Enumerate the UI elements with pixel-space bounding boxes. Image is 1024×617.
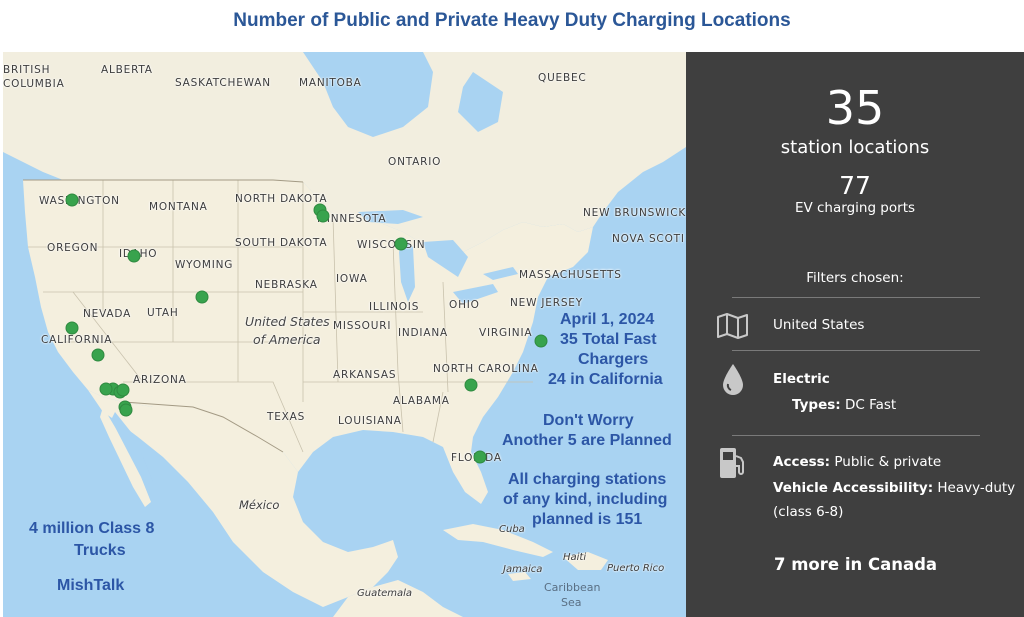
annotation-all-stations-1: All charging stations xyxy=(508,471,667,488)
label-quebec: QUEBEC xyxy=(538,72,587,84)
station-marker[interactable] xyxy=(534,334,548,348)
label-nebraska: NEBRASKA xyxy=(255,279,318,291)
station-marker[interactable] xyxy=(473,450,487,464)
divider xyxy=(732,350,980,351)
label-nevada: NEVADA xyxy=(83,308,132,320)
label-south-dakota: SOUTH DAKOTA xyxy=(235,237,328,249)
label-iowa: IOWA xyxy=(336,273,368,285)
port-label: EV charging ports xyxy=(794,200,916,216)
station-label: station locations xyxy=(780,137,930,158)
station-marker[interactable] xyxy=(91,348,104,362)
results-panel: 35 station locations 77 EV charging port… xyxy=(686,52,1024,617)
annotation-dont-worry: Don't Worry xyxy=(543,412,634,429)
label-saskatchewan: SASKATCHEWAN xyxy=(175,77,271,89)
fuel-pump-icon xyxy=(718,446,748,484)
label-british-columbia: BRITISH xyxy=(3,64,51,76)
label-mexico: México xyxy=(239,498,280,512)
label-missouri: MISSOURI xyxy=(333,320,392,332)
filter-vehicle-class: (class 6-8) xyxy=(773,504,844,520)
label-manitoba: MANITOBA xyxy=(299,77,362,89)
annotation-chargers: Chargers xyxy=(578,351,649,368)
divider xyxy=(732,297,980,298)
label-british-columbia-2: COLUMBIA xyxy=(3,78,65,90)
label-usa: United States xyxy=(245,314,330,329)
label-new-brunswick: NEW BRUNSWICK xyxy=(583,207,686,219)
label-louisiana: LOUISIANA xyxy=(338,415,402,427)
station-marker[interactable] xyxy=(127,249,141,263)
label-new-jersey: NEW JERSEY xyxy=(510,297,583,309)
station-marker[interactable] xyxy=(116,383,130,397)
label-arizona: ARIZONA xyxy=(133,374,187,386)
filter-types: Types: DC Fast xyxy=(792,397,896,413)
filter-vehicle-value: Heavy-duty xyxy=(937,480,1016,496)
label-oregon: OREGON xyxy=(47,242,99,254)
annotation-all-stations-3: planned is 151 xyxy=(532,511,643,528)
label-haiti: Haiti xyxy=(563,552,587,563)
station-marker[interactable] xyxy=(316,209,330,222)
label-texas: TEXAS xyxy=(267,411,306,423)
filter-access-key: Access: xyxy=(773,454,831,470)
annotation-california-count: 24 in California xyxy=(548,371,663,388)
label-indiana: INDIANA xyxy=(398,327,448,339)
label-caribbean-sea: Caribbean xyxy=(544,581,601,594)
label-nova-scotia: NOVA SCOTI xyxy=(612,233,685,245)
label-guatemala: Guatemala xyxy=(357,588,413,599)
port-count: 77 xyxy=(839,171,871,200)
station-marker[interactable] xyxy=(195,290,209,304)
filter-fuel: Electric xyxy=(773,371,830,387)
annotation-total: 35 Total Fast xyxy=(560,331,657,348)
annotation-trucks: 4 million Class 8 xyxy=(29,520,155,537)
label-ontario: ONTARIO xyxy=(388,156,442,168)
label-usa-2: of America xyxy=(253,332,321,347)
filter-types-key: Types: xyxy=(792,397,841,413)
label-illinois: ILLINOIS xyxy=(369,301,420,313)
label-montana: MONTANA xyxy=(149,201,208,213)
station-marker[interactable] xyxy=(394,237,408,251)
label-wyoming: WYOMING xyxy=(175,259,234,271)
filter-access: Access: Public & private xyxy=(773,454,941,470)
label-puerto-rico: Puerto Rico xyxy=(607,563,665,574)
station-marker[interactable] xyxy=(65,193,79,207)
label-north-carolina: NORTH CAROLINA xyxy=(433,363,539,375)
filter-access-value: Public & private xyxy=(834,454,942,470)
annotation-all-stations-2: of any kind, including xyxy=(503,491,668,508)
label-caribbean-sea-2: Sea xyxy=(561,596,582,609)
label-cuba: Cuba xyxy=(499,524,525,535)
filter-country: United States xyxy=(773,317,865,333)
station-marker[interactable] xyxy=(464,378,478,392)
canada-note: 7 more in Canada xyxy=(774,555,938,574)
label-north-dakota: NORTH DAKOTA xyxy=(235,193,328,205)
label-california: CALIFORNIA xyxy=(41,334,113,346)
annotation-trucks-2: Trucks xyxy=(74,542,126,559)
drop-icon xyxy=(721,363,745,401)
label-virginia: VIRGINIA xyxy=(479,327,533,339)
filter-vehicle-key: Vehicle Accessibility: xyxy=(773,480,934,496)
label-arkansas: ARKANSAS xyxy=(333,369,397,381)
label-utah: UTAH xyxy=(147,307,179,319)
source-label: MishTalk xyxy=(57,577,125,594)
label-alberta: ALBERTA xyxy=(101,64,153,76)
annotation-date: April 1, 2024 xyxy=(560,311,655,328)
label-jamaica: Jamaica xyxy=(503,564,543,575)
station-marker[interactable] xyxy=(119,403,133,417)
label-massachusetts: MASSACHUSETTS xyxy=(519,269,622,281)
map-icon xyxy=(716,312,750,344)
label-wisconsin: WISCONSIN xyxy=(357,239,426,251)
station-marker[interactable] xyxy=(65,321,79,335)
station-marker[interactable] xyxy=(99,382,113,396)
label-alabama: ALABAMA xyxy=(393,395,450,407)
filters-heading: Filters chosen: xyxy=(806,270,904,286)
label-ohio: OHIO xyxy=(449,299,480,311)
annotation-planned: Another 5 are Planned xyxy=(502,432,672,449)
station-count: 35 xyxy=(825,81,885,135)
label-washington: WASHINGTON xyxy=(39,195,120,207)
filter-types-value: DC Fast xyxy=(844,397,897,413)
divider xyxy=(732,435,980,436)
page-title: Number of Public and Private Heavy Duty … xyxy=(233,10,791,31)
map-view[interactable]: BRITISH COLUMBIA ALBERTA SASKATCHEWAN MA… xyxy=(3,52,686,617)
filter-vehicle: Vehicle Accessibility: Heavy-duty xyxy=(773,480,1015,496)
